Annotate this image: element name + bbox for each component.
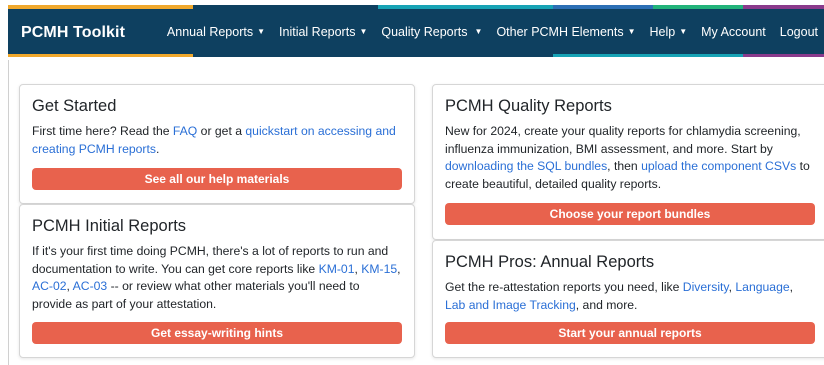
km-01-link[interactable]: KM-01 xyxy=(319,262,355,276)
start-annual-reports-button[interactable]: Start your annual reports xyxy=(445,322,815,344)
choose-report-bundles-button[interactable]: Choose your report bundles xyxy=(445,203,815,225)
essay-writing-hints-button[interactable]: Get essay-writing hints xyxy=(32,322,402,344)
nav-help[interactable]: Help ▼ xyxy=(650,25,688,39)
card-title: PCMH Quality Reports xyxy=(445,97,612,115)
bottom-color-stripe xyxy=(8,54,824,57)
card-text: New for 2024, create your quality report… xyxy=(445,124,810,191)
download-sql-bundles-link[interactable]: downloading the SQL bundles xyxy=(445,159,607,173)
card-title: PCMH Initial Reports xyxy=(32,217,187,235)
nav-links: Annual Reports ▼ Initial Reports ▼ Quality… xyxy=(153,25,818,39)
card-quality-reports: PCMH Quality Reports New for 2024, creat… xyxy=(432,84,824,240)
km-15-link[interactable]: KM-15 xyxy=(361,262,397,276)
card-initial-reports: PCMH Initial Reports If it's your first … xyxy=(19,204,415,358)
nav-annual-reports[interactable]: Annual Reports ▼ xyxy=(167,25,265,39)
brand-logo[interactable]: PCMH Toolkit xyxy=(21,24,125,42)
caret-down-icon: ▼ xyxy=(359,26,368,36)
card-text: If it's your first time doing PCMH, ther… xyxy=(32,244,401,311)
caret-down-icon: ▼ xyxy=(474,26,483,36)
see-help-materials-button[interactable]: See all our help materials xyxy=(32,168,402,190)
caret-down-icon: ▼ xyxy=(627,26,636,36)
nav-logout[interactable]: Logout xyxy=(780,25,818,39)
language-link[interactable]: Language xyxy=(735,280,789,294)
ac-02-link[interactable]: AC-02 xyxy=(32,279,67,293)
caret-down-icon: ▼ xyxy=(257,26,266,36)
top-color-stripe xyxy=(8,5,824,9)
main-content: Get Started First time here? Read the FA… xyxy=(8,60,824,365)
faq-link[interactable]: FAQ xyxy=(173,124,197,138)
card-annual-reports: PCMH Pros: Annual Reports Get the re-att… xyxy=(432,240,824,358)
lab-image-tracking-link[interactable]: Lab and Image Tracking xyxy=(445,298,576,312)
diversity-link[interactable]: Diversity xyxy=(683,280,729,294)
card-title: Get Started xyxy=(32,97,117,115)
card-text: Get the re-attestation reports you need,… xyxy=(445,280,794,312)
nav-quality-reports[interactable]: Quality Reports ▼ xyxy=(381,25,482,39)
nav-my-account[interactable]: My Account xyxy=(701,25,766,39)
nav-other-pcmh-elements[interactable]: Other PCMH Elements ▼ xyxy=(496,25,635,39)
upload-csvs-link[interactable]: upload the component CSVs xyxy=(641,159,796,173)
card-text: First time here? Read the FAQ or get a q… xyxy=(32,124,396,156)
caret-down-icon: ▼ xyxy=(679,26,688,36)
top-navbar: PCMH Toolkit Annual Reports ▼ Initial Rep… xyxy=(8,5,824,57)
nav-initial-reports[interactable]: Initial Reports ▼ xyxy=(279,25,367,39)
card-get-started: Get Started First time here? Read the FA… xyxy=(19,84,415,204)
card-title: PCMH Pros: Annual Reports xyxy=(445,253,655,271)
ac-03-link[interactable]: AC-03 xyxy=(73,279,108,293)
